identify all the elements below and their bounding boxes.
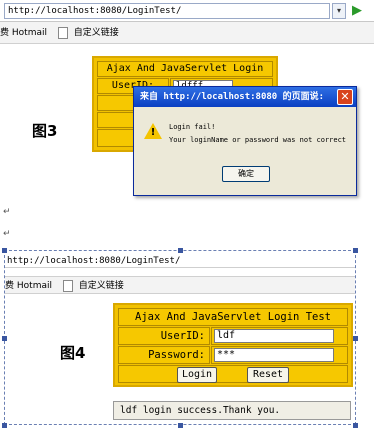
dialog-message-line2: Your loginName or password was not corre… (169, 136, 347, 144)
links-toolbar: 费 Hotmail 自定义链接 (0, 22, 374, 44)
login-button[interactable]: Login (177, 367, 217, 383)
chevron-down-icon[interactable]: ▾ (332, 3, 346, 19)
hotmail-link[interactable]: Hotmail (12, 28, 47, 38)
links-toolbar: 费 Hotmail 自定义链接 (5, 276, 355, 294)
ok-button[interactable]: 确定 (222, 166, 270, 182)
links-prefix: 费 (5, 281, 15, 291)
close-icon[interactable]: ✕ (337, 89, 353, 105)
paragraph-mark: ↵ (3, 229, 11, 239)
resize-handle[interactable] (353, 336, 358, 341)
userid-cell: ldf (211, 327, 348, 345)
custom-links-link[interactable]: 自定义链接 (79, 281, 124, 291)
go-arrow-icon[interactable]: ▶ (348, 3, 366, 19)
links-prefix: 费 (0, 28, 10, 38)
login-table: Ajax And JavaServlet Login Test UserID: … (113, 303, 353, 387)
url-field[interactable]: http://localhost:8080/LoginTest/ (4, 3, 330, 19)
password-cell: *** (211, 346, 348, 364)
password-input[interactable]: *** (214, 348, 334, 362)
browser-address-bar: http://localhost:8080/LoginTest/ ▾ ▶ (0, 0, 374, 22)
resize-handle[interactable] (2, 248, 7, 253)
warning-mark: ! (150, 127, 156, 138)
resize-handle[interactable] (178, 248, 183, 253)
password-label: Password: (118, 346, 210, 364)
table-title: Ajax And JavaServlet Login Test (118, 308, 348, 326)
dialog-title: 来自 http://localhost:8080 的页面说: (134, 87, 356, 107)
dialog-message-line1: Login fail! (169, 123, 216, 131)
figure-label-4: 图4 (60, 344, 86, 362)
alert-dialog: 来自 http://localhost:8080 的页面说: ✕ ! Login… (133, 86, 357, 196)
reset-button[interactable]: Reset (247, 367, 289, 383)
userid-input[interactable]: ldf (214, 329, 334, 343)
page-icon (57, 26, 68, 39)
resize-handle[interactable] (353, 423, 358, 428)
url-field[interactable]: http://localhost:8080/LoginTest/ (5, 254, 355, 268)
custom-links-link[interactable]: 自定义链接 (74, 28, 119, 38)
resize-handle[interactable] (178, 423, 183, 428)
resize-handle[interactable] (2, 336, 7, 341)
userid-label: UserID: (118, 327, 210, 345)
resize-handle[interactable] (2, 423, 7, 428)
hotmail-link[interactable]: Hotmail (17, 281, 52, 291)
resize-handle[interactable] (353, 248, 358, 253)
buttons-row: Login Reset (118, 365, 348, 383)
paragraph-mark: ↵ (3, 207, 11, 217)
table-title: Ajax And JavaServlet Login Test (97, 61, 273, 88)
figure-label-3: 图3 (32, 122, 58, 140)
result-message: ldf login success.Thank you. (113, 401, 351, 420)
page-icon (62, 279, 73, 292)
